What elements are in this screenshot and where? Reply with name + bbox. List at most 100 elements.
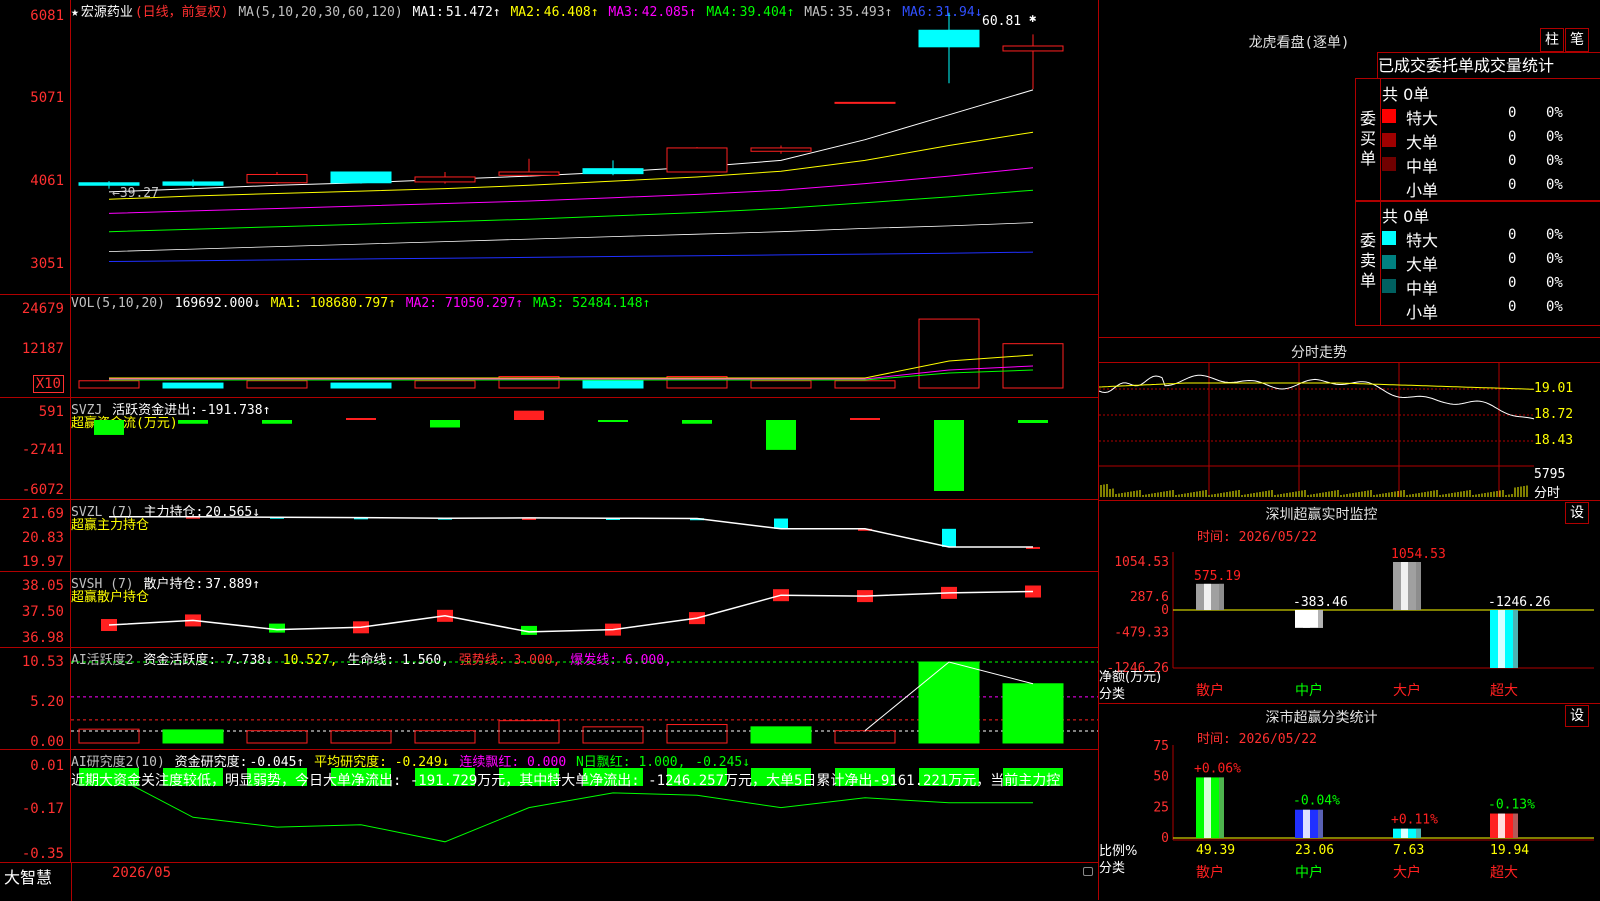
ai2-tick-label: 0.01: [30, 758, 64, 774]
order-percent: 0%: [1546, 153, 1563, 169]
intraday-tick-label: 19.01: [1534, 381, 1574, 396]
ai2-tick-label: -0.17: [21, 801, 64, 817]
intraday-chart[interactable]: [1098, 363, 1535, 497]
activity-bar: [1002, 683, 1064, 744]
chart-tick-label: 0: [1161, 603, 1169, 618]
svzj-bar: [178, 420, 208, 424]
activity-bar: [414, 730, 476, 744]
ai2-title: AI研究度2(10): [71, 755, 165, 770]
analysis-ticker-text: 近期大资金关注度较低，明显弱势，今日大单净流出: -191.729万元，其中特大…: [71, 773, 1061, 789]
bar-shade: [1513, 813, 1518, 838]
intraday-avg-line: [1098, 382, 1535, 390]
ss-category-label: 分类: [1099, 861, 1126, 876]
order-type-label: 大单: [1406, 133, 1439, 152]
ai2-tick-label: -0.35: [21, 846, 64, 862]
value-label: 575.19: [1194, 569, 1241, 584]
category-label: 中户: [1295, 682, 1323, 699]
volume-panel[interactable]: 24679 12187 X10 VOL(5,10,20) 169692.000↓…: [0, 295, 1098, 398]
order-row-2: 中单 0 0%: [1382, 275, 1600, 298]
candle-body: [750, 147, 812, 152]
price-tick-label: 3051: [30, 256, 64, 272]
activity-bar: [246, 730, 308, 744]
volume-bar: [414, 380, 476, 389]
ai2-average: 平均研究度: -0.249↓: [314, 755, 450, 770]
order-percent: 0%: [1546, 299, 1563, 315]
category-label: 散户: [1196, 682, 1224, 699]
ai2-continuous: 连续飘红: 0.000: [459, 755, 567, 770]
svzl-line: [109, 515, 1040, 549]
svzj-axis: 591 -2741 -6072: [0, 398, 71, 499]
candlestick-chart: ✱: [78, 11, 1064, 262]
value-label: 19.94: [1490, 843, 1529, 858]
ai-activity-panel[interactable]: 10.53 5.20 0.00 AI活跃度2 资金活跃度: 7.738↓ 10.…: [0, 648, 1098, 750]
order-row-1: 大单 0 0%: [1382, 251, 1600, 274]
order-percent: 0%: [1546, 177, 1563, 193]
intraday-tick-label: 18.43: [1534, 433, 1574, 448]
svzj-panel[interactable]: 591 -2741 -6072 SVZJ 活跃资金进出: -191.738↑ 超赢…: [0, 398, 1098, 500]
candle-body: [498, 171, 560, 176]
svzj-bar: [94, 420, 124, 435]
order-color-swatch: [1382, 303, 1396, 317]
ss-stats-title: 深市超赢分类统计: [1265, 710, 1378, 726]
ai2-last: -0.245↓: [695, 755, 751, 770]
ai-research-panel[interactable]: 0.01 -0.17 -0.35 AI研究度2(10) 资金研究度: -0.045…: [0, 750, 1098, 862]
order-count: 0: [1508, 299, 1517, 315]
chart-tick-label: 1054.53: [1114, 555, 1169, 570]
tab-deal-volume-stats[interactable]: 已成交委托单成交量统计: [1377, 52, 1600, 79]
svzj-bar: [766, 420, 796, 450]
chart-tick-label: 0: [1161, 831, 1169, 846]
ma-line-5: [108, 222, 1034, 252]
sz-net-amount-chart: 1054.53287.60-479.33-1246.26575.19散户-383…: [1106, 547, 1594, 699]
bar-mode-button[interactable]: 柱: [1540, 28, 1564, 52]
value-label: 23.06: [1295, 843, 1334, 858]
ai2-nday: N日飘红: 1.000,: [575, 755, 686, 770]
category-label: 中户: [1295, 864, 1323, 881]
svzl-panel[interactable]: 21.69 20.83 19.97 SVZL (7) 主力持仓: 20.565↓ …: [0, 500, 1098, 572]
ss-settings-button[interactable]: 设: [1565, 705, 1589, 727]
svsh-tick-label: 36.98: [21, 630, 64, 646]
buy-side-label: 委买单: [1360, 109, 1377, 168]
ai1-tick-label: 5.20: [30, 694, 64, 710]
activity-bar: [834, 730, 896, 744]
tick-mode-button[interactable]: 笔: [1565, 28, 1589, 52]
ai2-value: -0.045↑: [249, 755, 305, 770]
price-tick-label: 4061: [30, 173, 64, 189]
volume-bar: [1002, 343, 1064, 389]
svzj-bars: [94, 410, 1048, 491]
change-label: +0.11%: [1391, 813, 1438, 828]
order-row-0: 特大 0 0%: [1382, 227, 1600, 250]
volume-bar: [162, 382, 224, 389]
svzl-change-bar: [774, 518, 788, 529]
brand-logo: 大智慧: [4, 868, 53, 887]
bar-shade: [1513, 610, 1518, 668]
ma-line-4: [108, 189, 1034, 233]
order-color-swatch: [1382, 157, 1396, 171]
svzj-bar: [262, 420, 292, 424]
activity-bar: [918, 661, 980, 744]
order-color-swatch: [1382, 279, 1396, 293]
volume-bar: [330, 382, 392, 389]
svsh-line: [108, 590, 1034, 633]
svsh-axis: 38.05 37.50 36.98: [0, 572, 71, 647]
change-label: -0.04%: [1293, 794, 1340, 809]
main-price-panel[interactable]: 6081 5071 4061 3051 ★ 宏源药业 (日线，前复权) MA(5,1…: [0, 0, 1098, 295]
svsh-tick-label: 37.50: [21, 604, 64, 620]
svzj-bar: [1018, 420, 1048, 423]
lock-icon[interactable]: [1083, 867, 1093, 876]
svzj-bar: [850, 418, 880, 420]
category-label: 散户: [1196, 864, 1224, 881]
change-label: -0.13%: [1488, 798, 1535, 813]
volume-bar: [582, 380, 644, 389]
svsh-panel[interactable]: 38.05 37.50 36.98 SVSH (7) 散户持仓: 37.889↑ …: [0, 572, 1098, 648]
bar-highlight: [1498, 610, 1505, 668]
sz-settings-button[interactable]: 设: [1565, 502, 1589, 524]
order-color-swatch: [1382, 109, 1396, 123]
activity-bar: [162, 729, 224, 744]
order-row-1: 大单 0 0%: [1382, 129, 1600, 152]
bar-shade: [1219, 777, 1224, 838]
sz-monitor-title: 深圳超赢实时监控: [1265, 507, 1378, 523]
bottom-bar: 大智慧 2026/05: [0, 862, 1098, 901]
candle-body: [78, 182, 140, 186]
svzj-bar: [682, 420, 712, 424]
chart-tick-label: 50: [1153, 770, 1169, 785]
